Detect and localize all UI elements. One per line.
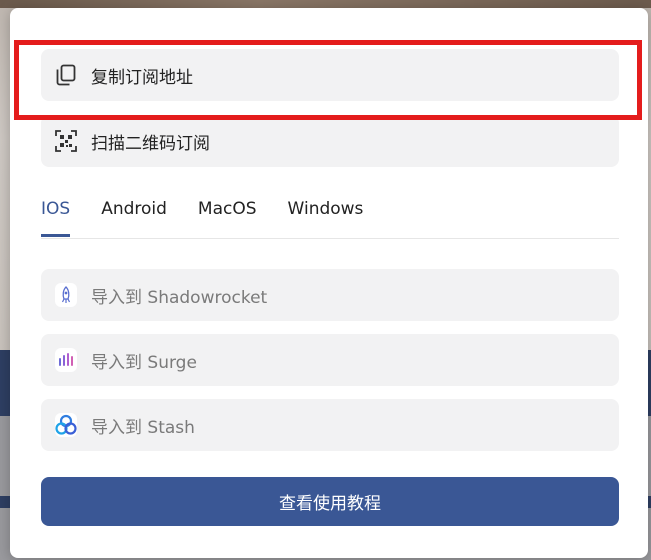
stash-icon xyxy=(55,413,77,437)
copy-icon xyxy=(55,64,77,86)
import-stash-label: 导入到 Stash xyxy=(91,417,195,438)
surge-icon xyxy=(55,348,77,372)
platform-tabs: IOS Android MacOS Windows xyxy=(41,196,619,239)
import-surge-label: 导入到 Surge xyxy=(91,352,197,373)
tab-macos[interactable]: MacOS xyxy=(198,196,257,236)
import-shadowrocket-button[interactable]: 导入到 Shadowrocket xyxy=(41,269,619,321)
tab-android[interactable]: Android xyxy=(101,196,167,236)
tab-ios[interactable]: IOS xyxy=(41,196,71,237)
copy-subscription-button[interactable]: 复制订阅地址 xyxy=(41,49,619,101)
tab-windows[interactable]: Windows xyxy=(288,196,364,236)
scan-qr-button[interactable]: 扫描二维码订阅 xyxy=(41,115,619,167)
scan-qr-label: 扫描二维码订阅 xyxy=(91,133,210,154)
shadowrocket-icon xyxy=(55,283,77,307)
copy-subscription-label: 复制订阅地址 xyxy=(91,67,193,88)
import-surge-button[interactable]: 导入到 Surge xyxy=(41,334,619,386)
qr-code-icon xyxy=(55,130,77,152)
subscription-modal: 复制订阅地址 扫描二维码订阅 IOS Android MacOS Windows xyxy=(10,8,648,558)
import-shadowrocket-label: 导入到 Shadowrocket xyxy=(91,287,268,308)
background-header xyxy=(0,0,651,8)
view-tutorial-button[interactable]: 查看使用教程 xyxy=(41,477,619,526)
import-stash-button[interactable]: 导入到 Stash xyxy=(41,399,619,451)
